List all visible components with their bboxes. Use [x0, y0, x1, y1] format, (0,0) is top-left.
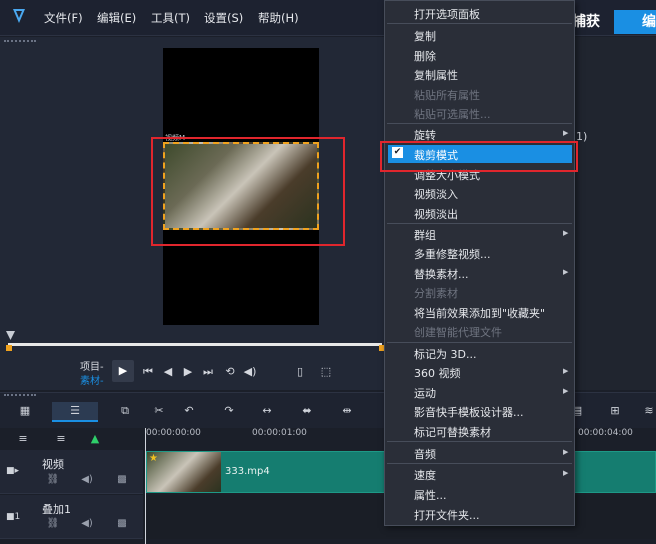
cm-split-clip: 分割素材 — [414, 287, 458, 300]
track-options-icon[interactable]: ≡ — [52, 432, 70, 446]
undo-icon[interactable]: ↶ — [180, 404, 198, 418]
copy-icon[interactable]: ⧉ — [116, 404, 134, 418]
prev-frame-icon[interactable]: ◀ — [160, 364, 176, 380]
track-list-icon[interactable]: ≡ — [14, 432, 32, 446]
cm-replace-clip[interactable]: 替换素材... — [414, 266, 469, 282]
ruler-time-1: 00:00:01:00 — [252, 428, 307, 438]
menu-tools[interactable]: 工具(T) — [151, 10, 190, 26]
overlay-mute-icon[interactable]: ▩ — [115, 518, 129, 532]
cm-template-designer[interactable]: 影音快手模板设计器... — [414, 404, 524, 420]
submenu-arrow-icon: ▶ — [563, 448, 569, 456]
storyboard-view-icon[interactable]: ▦ — [16, 404, 34, 418]
cm-open-folder[interactable]: 打开文件夹... — [414, 507, 480, 523]
mark-in-icon[interactable] — [6, 345, 12, 351]
track-name-video: 视频 — [42, 458, 64, 471]
ruler-time-0: 00:00:00:00 — [146, 428, 201, 438]
clip-thumbnail — [147, 452, 221, 492]
overlay-link-icon[interactable]: ⛓ — [46, 518, 60, 532]
cm-delete[interactable]: 删除 — [414, 48, 436, 64]
grid-icon[interactable]: ⊞ — [606, 404, 624, 418]
volume-icon[interactable]: ◀) — [242, 364, 258, 380]
overlay-volume-icon[interactable]: ◀) — [80, 518, 94, 532]
track-name-overlay: 叠加1 — [42, 503, 71, 516]
panel-grip[interactable] — [4, 40, 36, 42]
video-track-icon: ■▸ — [6, 466, 20, 476]
cm-motion[interactable]: 运动 — [414, 385, 436, 401]
crop-frame-icon[interactable]: ⬚ — [318, 364, 334, 380]
cm-open-options[interactable]: 打开选项面板 — [414, 6, 480, 22]
cm-multi-trim[interactable]: 多重修整视频... — [414, 246, 491, 262]
tools-icon[interactable]: ✂ — [150, 404, 168, 418]
context-menu: ✔ 打开选项面板 复制 删除 复制属性 粘贴所有属性 粘贴可选属性... 旋转 … — [384, 0, 575, 526]
cm-separator — [387, 223, 572, 224]
next-frame-icon[interactable]: ▶ — [180, 364, 196, 380]
submenu-arrow-icon: ▶ — [563, 229, 569, 237]
ruler-time-2: 00:00:04:00 — [578, 428, 633, 438]
cm-paste-all-attributes: 粘贴所有属性 — [414, 89, 480, 102]
cm-smart-proxy: 创建智能代理文件 — [414, 326, 502, 339]
more-icon[interactable]: ≋ — [640, 404, 656, 418]
track-volume-icon[interactable]: ◀) — [80, 474, 94, 488]
menu-help[interactable]: 帮助(H) — [258, 10, 299, 26]
options-panel — [570, 37, 656, 390]
aspect-ratio-icon[interactable]: ▯ — [292, 364, 308, 380]
submenu-arrow-icon: ▶ — [563, 129, 569, 137]
submenu-arrow-icon: ▶ — [563, 367, 569, 375]
cm-paste-selected-attributes: 粘贴可选属性... — [414, 108, 491, 121]
cm-mark-3d[interactable]: 标记为 3D... — [414, 346, 476, 362]
fit-icon[interactable]: ↔ — [258, 404, 276, 418]
cm-separator — [387, 441, 572, 442]
star-icon: ★ — [149, 453, 158, 464]
cm-audio[interactable]: 音频 — [414, 446, 436, 462]
toolbar-grip[interactable] — [4, 394, 36, 396]
redo-icon[interactable]: ↷ — [220, 404, 238, 418]
play-button[interactable]: ▶ — [112, 360, 134, 382]
cm-group[interactable]: 群组 — [414, 227, 436, 243]
menu-edit[interactable]: 编辑(E) — [97, 10, 136, 26]
zoom-fit-icon[interactable]: ⬌ — [298, 404, 316, 418]
cm-properties[interactable]: 属性... — [414, 487, 447, 503]
cm-add-to-favorites[interactable]: 将当前效果添加到"收藏夹" — [414, 305, 545, 321]
cm-fade-in[interactable]: 视频淡入 — [414, 186, 458, 202]
timeline-view-icon: ☰ — [70, 404, 80, 417]
cm-speed[interactable]: 速度 — [414, 467, 436, 483]
submenu-arrow-icon: ▶ — [563, 268, 569, 276]
submenu-arrow-icon: ▶ — [563, 469, 569, 477]
scrub-bar[interactable] — [8, 343, 382, 346]
cm-separator — [387, 463, 572, 464]
app-logo-icon — [13, 9, 25, 23]
annotation-box-video — [151, 137, 345, 246]
submenu-arrow-icon: ▶ — [563, 387, 569, 395]
track-header-overlay[interactable] — [0, 495, 143, 539]
clip-name: 333.mp4 — [225, 466, 270, 477]
cm-copy-attributes[interactable]: 复制属性 — [414, 67, 458, 83]
add-track-icon[interactable]: ▲ — [86, 432, 104, 446]
go-end-icon[interactable]: ⏭ — [200, 364, 216, 380]
cm-fade-out[interactable]: 视频淡出 — [414, 206, 458, 222]
mode-project[interactable]: 项目- — [80, 358, 104, 373]
cm-360-video[interactable]: 360 视频 — [414, 365, 461, 381]
annotation-box-menu — [380, 141, 578, 172]
cm-separator — [387, 342, 572, 343]
repeat-icon[interactable]: ⟲ — [222, 364, 238, 380]
tab-edit[interactable]: 编 — [614, 10, 656, 34]
cm-mark-replaceable[interactable]: 标记可替换素材 — [414, 424, 491, 440]
app-window: 文件(F) 编辑(E) 工具(T) 设置(S) 帮助(H) 捕获 编 1) 视频… — [0, 0, 656, 544]
go-start-icon[interactable]: ⏮ — [140, 364, 156, 380]
playhead[interactable] — [145, 428, 146, 544]
cm-separator — [387, 123, 572, 124]
cm-copy[interactable]: 复制 — [414, 28, 436, 44]
split-icon[interactable]: ⇹ — [338, 404, 356, 418]
menu-file[interactable]: 文件(F) — [44, 10, 83, 26]
menu-settings[interactable]: 设置(S) — [204, 10, 243, 26]
track-mute-icon[interactable]: ▩ — [115, 474, 129, 488]
overlay-track-icon: ■1 — [6, 512, 21, 522]
link-icon[interactable]: ⛓ — [46, 474, 60, 488]
mode-clip[interactable]: 素材- — [80, 372, 104, 387]
cm-separator — [387, 23, 572, 24]
